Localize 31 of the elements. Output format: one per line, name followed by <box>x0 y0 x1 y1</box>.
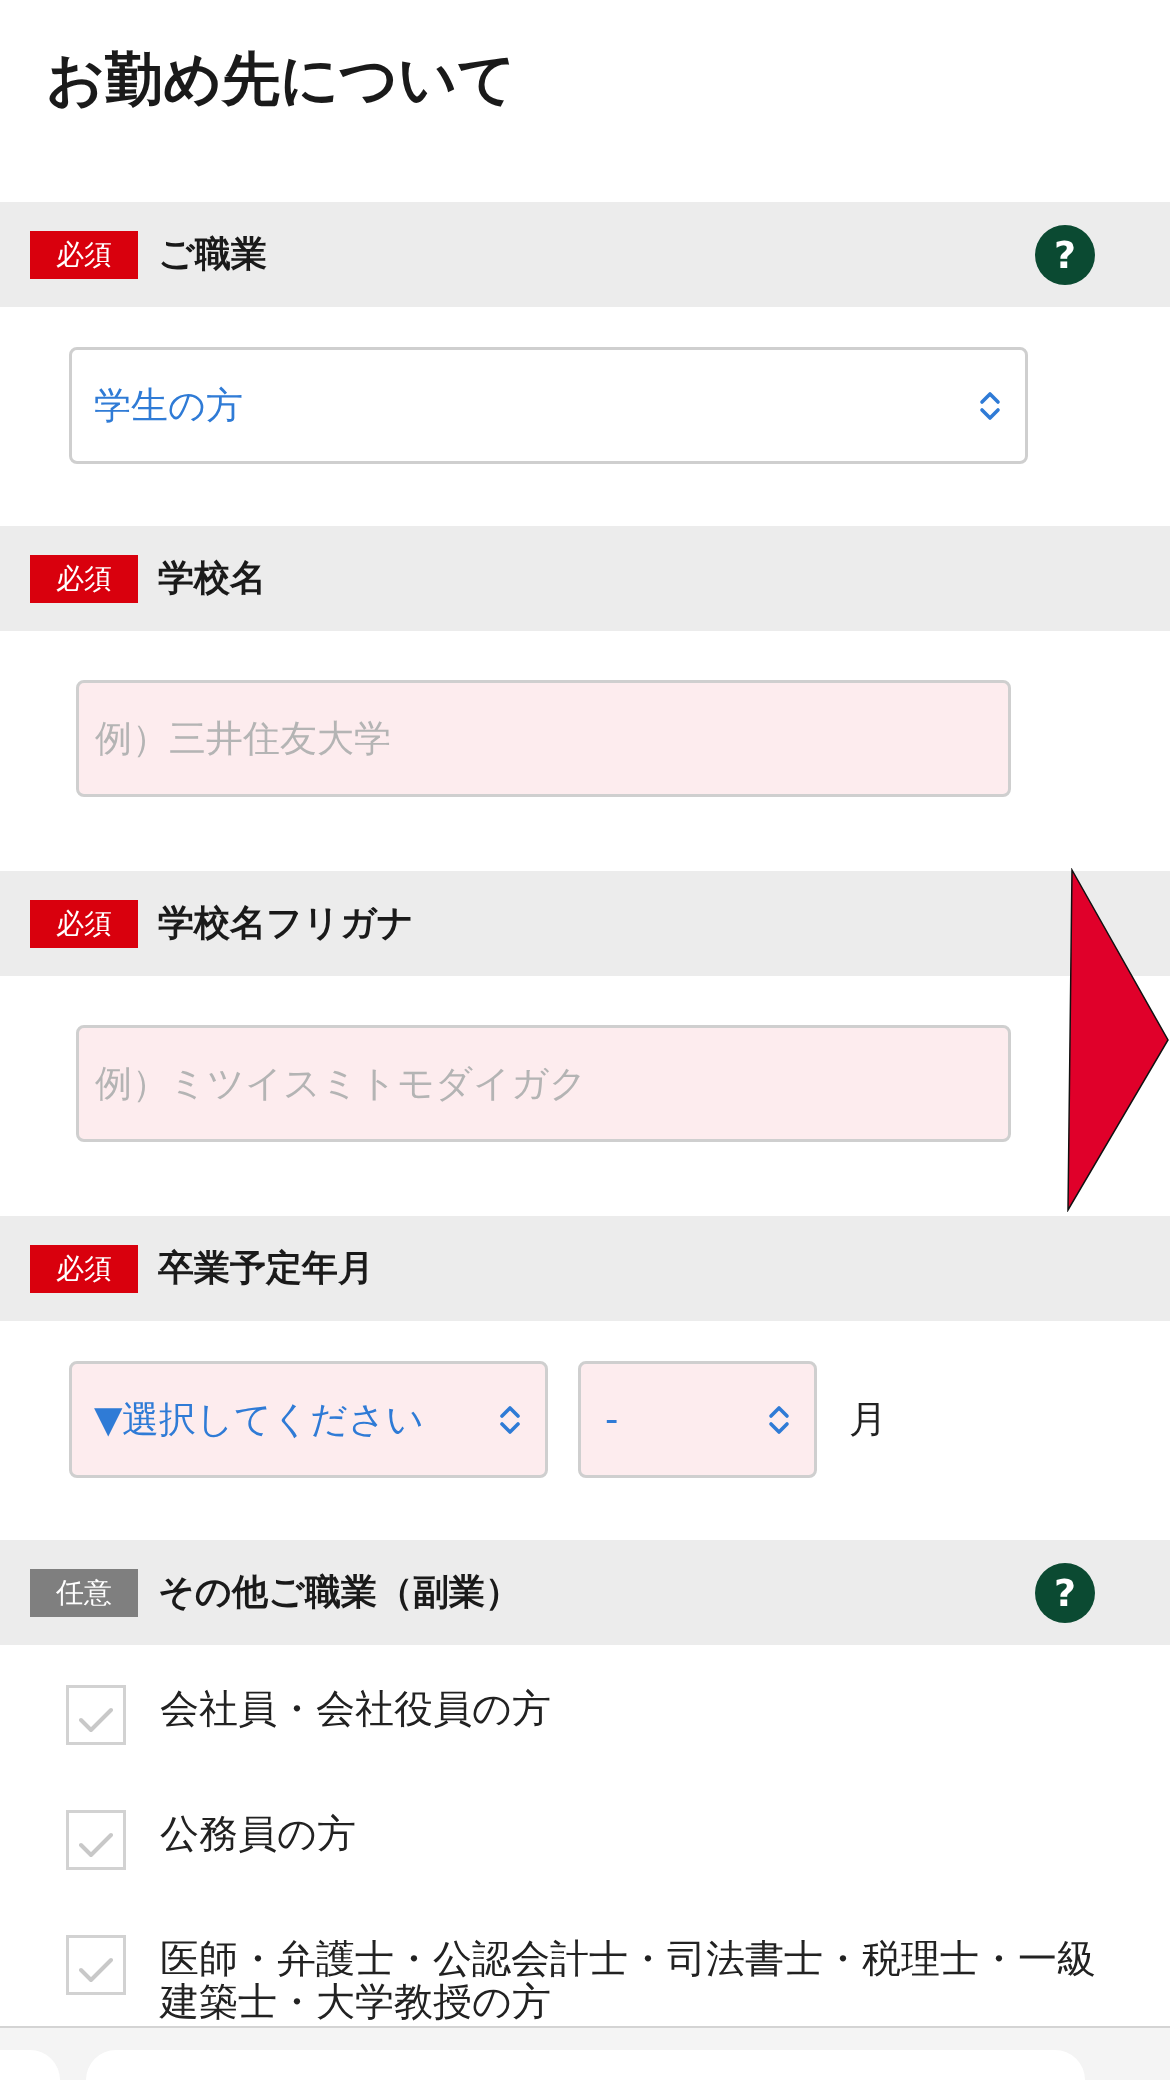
checkmark-icon <box>79 1707 113 1733</box>
required-badge: 必須 <box>30 1244 138 1293</box>
dropdown-select[interactable]: - <box>578 1361 817 1478</box>
section-label: 卒業予定年月 <box>158 1246 374 1290</box>
required-badge: 必須 <box>30 230 138 279</box>
chevron-updown-icon <box>979 389 1001 422</box>
help-button[interactable]: ? <box>1035 224 1095 285</box>
checkbox[interactable] <box>66 1810 126 1870</box>
chevron-updown-icon <box>768 1403 790 1436</box>
checkbox[interactable] <box>66 1685 126 1745</box>
text-input[interactable]: 例）ミツイスミトモダイガク <box>76 1025 1011 1142</box>
required-badge: 必須 <box>30 899 138 948</box>
checkmark-icon <box>79 1957 113 1983</box>
checkbox[interactable] <box>66 1935 126 1995</box>
required-badge: 任意 <box>30 1568 138 1617</box>
page-title: お勤め先について <box>45 44 517 115</box>
dropdown-select[interactable]: ▼選択してください <box>69 1361 548 1478</box>
help-button[interactable]: ? <box>1035 1562 1095 1623</box>
section-label: ご職業 <box>158 232 267 276</box>
checkmark-icon <box>79 1832 113 1858</box>
section-label: 学校名 <box>158 556 266 600</box>
section-label: 学校名フリガナ <box>158 901 414 945</box>
section-label: その他ご職業（副業） <box>158 1570 521 1614</box>
checkbox-label: 公務員の方 <box>160 1810 357 1855</box>
month-unit-label: 月 <box>849 1396 887 1443</box>
dropdown-select[interactable]: 学生の方 <box>69 347 1028 464</box>
required-badge: 必須 <box>30 554 138 603</box>
chevron-updown-icon <box>499 1403 521 1436</box>
checkbox-label: 会社員・会社役員の方 <box>160 1685 552 1730</box>
checkbox-label: 医師・弁護士・公認会計士・司法書士・税理士・一級建築士・大学教授の方 <box>160 1935 1097 2023</box>
text-input[interactable]: 例）三井住友大学 <box>76 680 1011 797</box>
